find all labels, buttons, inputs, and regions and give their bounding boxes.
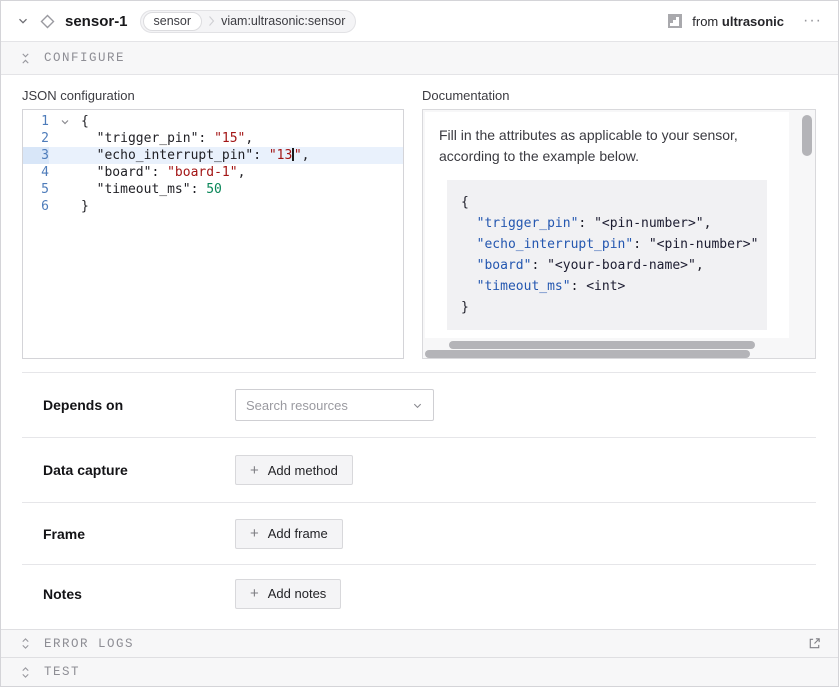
horizontal-scrollbar-outer[interactable]: [425, 350, 750, 358]
from-module-text: from ultrasonic: [692, 14, 784, 29]
documentation-panel: Fill in the attributes as applicable to …: [422, 109, 816, 359]
editor-line: 1 {: [23, 113, 403, 130]
documentation-code-block: { "trigger_pin": "<pin-number>", "echo_i…: [447, 180, 767, 330]
add-frame-button[interactable]: + Add frame: [235, 519, 343, 549]
overflow-menu-button[interactable]: ···: [801, 13, 824, 29]
component-name: sensor-1: [65, 13, 128, 30]
depends-on-row: Depends on Search resources: [22, 372, 816, 437]
component-diamond-icon: [39, 13, 56, 30]
editor-line: 5 "timeout_ms": 50: [23, 181, 403, 198]
json-config-panel: JSON configuration 1 { 2 "trigger_pin": …: [22, 88, 404, 359]
expand-section-icon[interactable]: [20, 666, 31, 679]
notes-label: Notes: [43, 586, 235, 602]
documentation-content: Fill in the attributes as applicable to …: [425, 112, 789, 338]
line-number: 5: [23, 181, 49, 198]
test-section-bar[interactable]: TEST: [1, 657, 838, 686]
depends-on-placeholder: Search resources: [246, 398, 412, 413]
add-method-button[interactable]: + Add method: [235, 455, 353, 485]
error-logs-title: ERROR LOGS: [44, 637, 134, 651]
test-title: TEST: [44, 665, 80, 679]
json-config-label: JSON configuration: [22, 88, 404, 103]
add-notes-button[interactable]: + Add notes: [235, 579, 341, 609]
line-number: 1: [23, 113, 49, 130]
documentation-intro: Fill in the attributes as applicable to …: [439, 125, 775, 167]
horizontal-scrollbar-inner[interactable]: [449, 341, 755, 349]
line-number: 6: [23, 198, 49, 215]
module-icon: [667, 13, 683, 29]
expand-section-icon[interactable]: [20, 637, 31, 650]
plus-icon: +: [250, 463, 259, 478]
data-capture-row: Data capture + Add method: [22, 437, 816, 502]
configure-body: JSON configuration 1 { 2 "trigger_pin": …: [1, 75, 838, 622]
plus-icon: +: [250, 526, 259, 541]
data-capture-label: Data capture: [43, 462, 235, 478]
line-number: 2: [23, 130, 49, 147]
editor-line-active: 3 "echo_interrupt_pin": "13",: [23, 147, 403, 164]
component-card: sensor-1 sensor viam:ultrasonic:sensor f…: [0, 0, 839, 687]
collapse-chevron-icon[interactable]: [17, 15, 29, 27]
plus-icon: +: [250, 586, 259, 601]
component-header: sensor-1 sensor viam:ultrasonic:sensor f…: [1, 1, 838, 42]
line-number: 4: [23, 164, 49, 181]
depends-on-select[interactable]: Search resources: [235, 389, 434, 421]
fold-chevron-icon[interactable]: [49, 113, 81, 130]
collapse-section-icon[interactable]: [20, 52, 31, 65]
badge-separator-chevron-icon: [208, 15, 215, 27]
editor-line: 4 "board": "board-1",: [23, 164, 403, 181]
chevron-down-icon: [412, 400, 423, 411]
notes-row: Notes + Add notes: [22, 564, 816, 622]
type-chip: sensor: [143, 12, 203, 31]
configure-title: CONFIGURE: [44, 51, 125, 65]
documentation-label: Documentation: [422, 88, 816, 103]
vertical-scrollbar[interactable]: [802, 115, 812, 156]
frame-row: Frame + Add frame: [22, 502, 816, 564]
documentation-panel-wrap: Documentation Fill in the attributes as …: [422, 88, 816, 359]
line-number: 3: [23, 147, 49, 164]
frame-label: Frame: [43, 526, 235, 542]
editor-line: 6 }: [23, 198, 403, 215]
open-in-new-icon[interactable]: [807, 636, 822, 651]
error-logs-section-bar[interactable]: ERROR LOGS: [1, 629, 838, 657]
model-label: viam:ultrasonic:sensor: [221, 14, 345, 28]
json-editor[interactable]: 1 { 2 "trigger_pin": "15", 3: [22, 109, 404, 359]
depends-on-label: Depends on: [43, 397, 235, 413]
editor-line: 2 "trigger_pin": "15",: [23, 130, 403, 147]
component-type-badge: sensor viam:ultrasonic:sensor: [140, 10, 357, 33]
configure-section-bar[interactable]: CONFIGURE: [1, 42, 838, 75]
